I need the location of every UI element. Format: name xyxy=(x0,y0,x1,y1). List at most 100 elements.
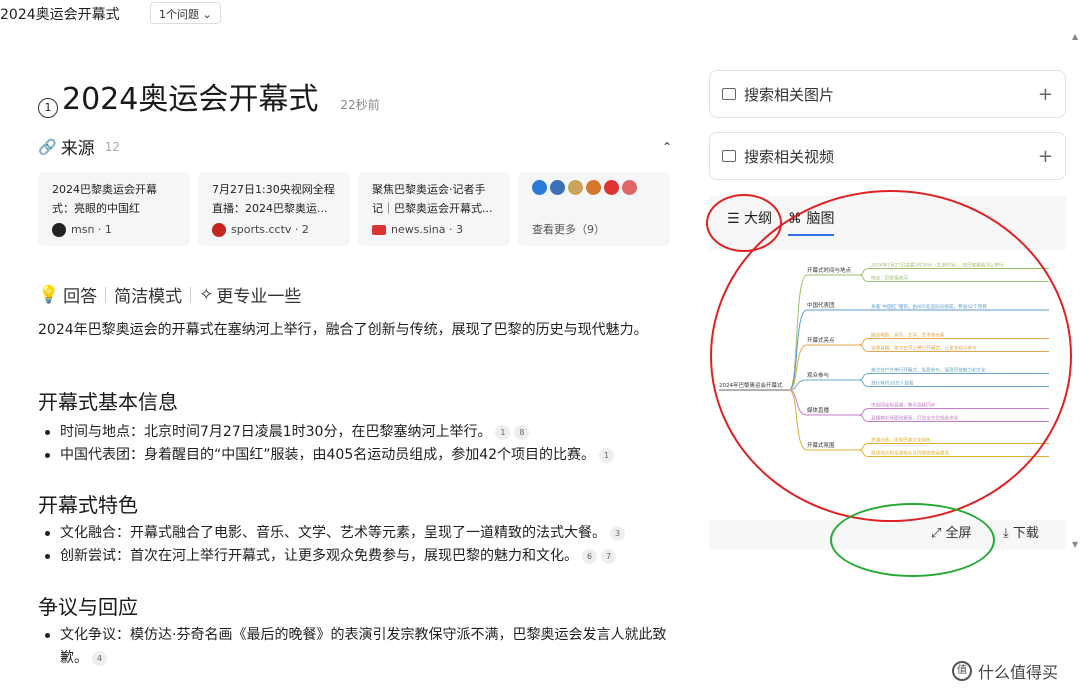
image-icon xyxy=(722,88,736,100)
citation-badge[interactable]: 7 xyxy=(601,548,616,564)
more-sources-link[interactable]: 查看更多（9） xyxy=(532,220,605,239)
citation-badge[interactable]: 1 xyxy=(599,447,615,463)
mindmap-leaf-link xyxy=(858,373,870,381)
section-list: 时间与地点：北京时间7月27日凌晨1时30分，在巴黎塞纳河上举行。 1 8 中国代表… xyxy=(45,421,675,467)
page-title: 2024奥运会开幕式 xyxy=(62,82,319,117)
mindmap-leaf-link xyxy=(858,443,870,451)
mindmap-leaf-link xyxy=(858,449,870,457)
watermark-logo-icon: 值 xyxy=(952,661,972,681)
page-header: 1 2024奥运会开幕式 22秒前 xyxy=(38,74,380,118)
mindmap-branch: 媒体直播 xyxy=(807,406,830,414)
sources-label: 来源 xyxy=(60,139,95,159)
mindmap-leaf-link xyxy=(858,408,870,416)
mindmap-leaf: 身着“中国红”服装，由405名运动员组成，参加42个项目 xyxy=(871,303,987,310)
mindmap-leaf: 2024年7月27日凌晨1时30分（北京时间），在巴黎塞纳河上举行 xyxy=(871,262,1004,269)
tab-outline[interactable]: ☰ 大纲 xyxy=(727,208,772,236)
section-list: 文化融合：开幕式融合了电影、音乐、文学、艺术等元素，呈现了一道精致的法式大餐。 3… xyxy=(45,522,675,568)
section-title: 开幕式特色 xyxy=(38,493,138,517)
search-videos-label: 搜索相关视频 xyxy=(744,147,835,166)
source-card[interactable]: 聚焦巴黎奥运会·记者手记｜巴黎奥运会开幕式... news.sina · 3 xyxy=(358,172,510,246)
list-item: 创新尝试：首次在河上举行开幕式，让更多观众免费参与，展现巴黎的魅力和文化。 6 7 xyxy=(45,545,675,568)
mindmap-leaf: 首次在户外举行开幕式，免费参与，展现巴黎魅力和文化 xyxy=(871,367,986,374)
mindmap-branch: 开幕式亮点 xyxy=(807,336,835,344)
issues-dropdown[interactable]: 1个问题 ⌄ xyxy=(150,2,221,24)
list-item: 中国代表团：身着醒目的“中国红”服装，由405名运动员组成，参加42个项目的比赛… xyxy=(45,444,675,467)
mindmap-panel: ☰ 大纲 ⌘ 脑图 2024年巴黎奥运会开幕式 开幕式时间与地点 2024年7月27… xyxy=(709,196,1066,550)
sources-count: 12 xyxy=(104,139,120,154)
mindmap-canvas[interactable]: 2024年巴黎奥运会开幕式 开幕式时间与地点 2024年7月27日凌晨1时30分（北… xyxy=(709,250,1066,520)
mindmap-leaf: 地点：巴黎塞纳河 xyxy=(871,275,908,282)
source-card-text: 7月27日1:30央视网全程直播：2024巴黎奥运... xyxy=(212,183,335,215)
citation-badge[interactable]: 1 xyxy=(495,424,511,440)
search-videos-button[interactable]: 搜索相关视频 + xyxy=(709,132,1066,180)
source-logos xyxy=(532,180,656,195)
source-name: sports.cctv · 2 xyxy=(231,223,309,236)
watermark: 值 什么值得买 xyxy=(952,659,1058,683)
list-item: 文化争议：模仿达·芬奇名画《最后的晚餐》的表演引发宗教保守派不满，巴黎奥运会发言… xyxy=(45,624,675,670)
section-list: 文化争议：模仿达·芬奇名画《最后的晚餐》的表演引发宗教保守派不满，巴黎奥运会发言… xyxy=(45,624,675,670)
mindmap-leaf: 预计有约50万人观看 xyxy=(871,380,914,387)
mindmap-leaf-link xyxy=(858,379,870,387)
source-card[interactable]: 7月27日1:30央视网全程直播：2024巴黎奥运... sports.cctv… xyxy=(198,172,350,246)
sina-icon xyxy=(372,224,386,235)
mindmap-leaf-link xyxy=(858,338,870,346)
list-item: 文化融合：开幕式融合了电影、音乐、文学、艺术等元素，呈现了一道精致的法式大餐。 3 xyxy=(45,522,675,545)
mindmap-leaf: 融合电影、音乐、文学、艺术等元素 xyxy=(871,332,945,339)
chevron-up-icon[interactable]: ⌃ xyxy=(662,140,672,154)
mindmap-branch-link xyxy=(788,389,808,416)
source-card-text: 2024巴黎奥运会开幕式：亮眼的中国红 xyxy=(52,183,157,215)
mindmap-icon: ⌘ xyxy=(788,211,807,227)
answer-label: 回答 xyxy=(63,287,98,307)
source-card[interactable]: 2024巴黎奥运会开幕式：亮眼的中国红 msn · 1 xyxy=(38,172,190,246)
pro-mode-button[interactable]: 更专业一些 xyxy=(216,282,301,307)
scroll-down-arrow[interactable]: ▼ xyxy=(1072,540,1078,549)
topbar-title: 2024奥运会开幕式 xyxy=(0,7,120,23)
source-name: msn · 1 xyxy=(71,223,112,236)
cctv-icon xyxy=(212,222,226,237)
chevron-down-icon: ⌄ xyxy=(202,8,212,21)
clock-icon: 1 xyxy=(38,97,58,118)
mindmap-branch-link xyxy=(788,389,808,451)
list-icon: ☰ xyxy=(727,211,745,227)
mindmap-leaf-link xyxy=(858,268,870,276)
answer-intro: 2024年巴黎奥运会的开幕式在塞纳河上举行，融合了创新与传统，展现了巴黎的历史与… xyxy=(38,322,648,338)
sources-header[interactable]: 🔗 来源 12 ⌃ xyxy=(38,134,672,160)
mindmap-leaf: 充满创意，体现巴黎文化特色 xyxy=(871,437,931,444)
mindmap-leaf-link xyxy=(858,274,870,282)
plus-icon: + xyxy=(1037,145,1053,167)
scroll-up-arrow[interactable]: ▲ xyxy=(1072,32,1078,41)
sparkle-icon: ✧ xyxy=(199,284,214,305)
download-button[interactable]: ⤓ 下载 xyxy=(1003,522,1039,541)
timestamp: 22秒前 xyxy=(340,98,380,112)
mindmap-svg: 2024年巴黎奥运会开幕式 开幕式时间与地点 2024年7月27日凌晨1时30分（北… xyxy=(719,262,1049,457)
search-images-button[interactable]: 搜索相关图片 + xyxy=(709,70,1066,118)
source-card-text: 聚焦巴黎奥运会·记者手记｜巴黎奥运会开幕式... xyxy=(372,183,493,215)
search-images-label: 搜索相关图片 xyxy=(744,85,835,104)
citation-badge[interactable]: 8 xyxy=(514,424,530,440)
mindmap-leaf-link xyxy=(858,414,870,422)
mindmap-branch: 中国代表团 xyxy=(807,301,835,309)
mindmap-branch: 开幕式时间与地点 xyxy=(807,266,852,274)
mindmap-leaf: 央视网全程直播，腾讯视频同步 xyxy=(871,402,936,409)
mindmap-leaf: 全球直播，首次在河上举行开幕式，让更多观众参与 xyxy=(871,345,977,352)
msn-icon xyxy=(52,222,66,237)
citation-badge[interactable]: 6 xyxy=(582,548,597,564)
mindmap-root: 2024年巴黎奥运会开幕式 xyxy=(719,381,783,389)
list-item: 时间与地点：北京时间7月27日凌晨1时30分，在巴黎塞纳河上举行。 1 8 xyxy=(45,421,675,444)
link-icon: 🔗 xyxy=(38,137,57,156)
concise-mode-button[interactable]: 简洁模式 xyxy=(114,282,182,307)
tab-mindmap[interactable]: ⌘ 脑图 xyxy=(788,208,835,236)
fullscreen-button[interactable]: ⤢ 全屏 xyxy=(931,522,972,541)
mindmap-leaf: 直播精彩场面和赛事，打造全方位观看体验 xyxy=(871,415,959,422)
mindmap-leaf-link xyxy=(858,344,870,352)
citation-badge[interactable]: 4 xyxy=(92,650,107,666)
lightbulb-icon: 💡 xyxy=(38,284,60,305)
citation-badge[interactable]: 3 xyxy=(610,525,625,541)
answer-mode-bar: 💡 回答 简洁模式 ✧ 更专业一些 xyxy=(38,282,301,308)
source-cards: 2024巴黎奥运会开幕式：亮眼的中国红 msn · 1 7月27日1:30央视网… xyxy=(38,172,670,246)
section-title: 开幕式基本信息 xyxy=(38,390,178,414)
mindmap-branch: 观众参与 xyxy=(807,371,829,379)
video-icon xyxy=(722,150,736,162)
download-icon: ⤓ xyxy=(1003,526,1013,541)
more-sources-card[interactable]: 查看更多（9） xyxy=(518,172,670,246)
